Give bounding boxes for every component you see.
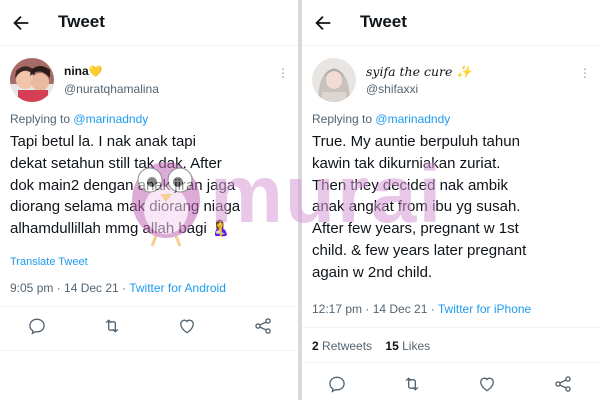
reply-mention-link[interactable]: @marinadndy [375, 112, 450, 126]
avatar[interactable] [10, 58, 54, 102]
display-name[interactable]: nina💛 [64, 64, 102, 78]
reply-mention-link[interactable]: @marinadndy [73, 112, 148, 126]
likes-stat[interactable]: 15 Likes [385, 339, 430, 353]
divider [0, 306, 298, 307]
retweets-stat[interactable]: 2 Retweets [312, 339, 372, 353]
tweet-text-line: again w 2nd child. [312, 263, 433, 281]
tweet-text: Tapi betul la. I nak anak tapi dekat set… [10, 131, 292, 240]
like-icon[interactable] [177, 316, 197, 336]
retweet-icon[interactable] [102, 316, 122, 336]
translate-tweet-link[interactable]: Translate Tweet [10, 256, 88, 268]
sparkles-emoji: ✨ [456, 64, 472, 79]
back-arrow-icon[interactable] [10, 12, 32, 34]
tweet-meta: 12:17 pm · 14 Dec 21 · Twitter for iPhon… [312, 302, 531, 316]
back-arrow-icon[interactable] [312, 12, 334, 34]
tweet-meta: 9:05 pm · 14 Dec 21 · Twitter for Androi… [10, 281, 226, 295]
display-name[interactable]: syifa the cure ✨ [366, 64, 472, 80]
retweets-label: Retweets [322, 339, 373, 353]
likes-count: 15 [385, 339, 399, 353]
tweet-text-line: dok main2 dengan anak jiran jaga [10, 176, 236, 194]
replying-to: Replying to @marinadndy [10, 112, 149, 126]
reply-icon[interactable] [27, 316, 47, 336]
tweet-stats: 2 Retweets 15 Likes [312, 339, 430, 353]
tweet-text-line: alhamdullillah mmg allah bagi 🤱 [10, 220, 230, 238]
tweet-timestamp: 9:05 pm · 14 Dec 21 · [10, 281, 127, 295]
user-handle[interactable]: @shifaxxi [366, 82, 418, 96]
divider [302, 327, 600, 328]
page-title: Tweet [360, 12, 407, 31]
tweet-panel-right: Tweet syifa the cure ✨ @shifaxxi ⋮ Reply… [302, 0, 600, 400]
tweet-text-line: True. My auntie berpuluh tahun [312, 133, 520, 150]
divider [302, 362, 600, 363]
more-icon[interactable]: ⋮ [276, 66, 290, 80]
avatar[interactable] [312, 58, 356, 102]
tweet-text-line: kawin tak dikurniakan zuriat. [312, 154, 501, 172]
page-title: Tweet [58, 12, 105, 31]
top-bar: Tweet [302, 0, 600, 46]
share-icon[interactable] [253, 316, 273, 336]
tweet-text: True. My auntie berpuluh tahun kawin tak… [312, 131, 594, 284]
tweet-text-line: dekat setahun still tak dak. After [10, 154, 222, 172]
tweet-source-link[interactable]: Twitter for Android [129, 281, 226, 295]
like-icon[interactable] [477, 374, 497, 394]
retweet-icon[interactable] [402, 374, 422, 394]
top-bar: Tweet [0, 0, 298, 46]
action-bar [0, 316, 298, 340]
user-handle[interactable]: @nuratqhamalina [64, 82, 159, 96]
tweet-text-line: Tapi betul la. I nak anak tapi [10, 133, 196, 150]
replying-to: Replying to @marinadndy [312, 112, 451, 126]
more-icon[interactable]: ⋮ [578, 66, 592, 80]
share-icon[interactable] [553, 374, 573, 394]
heart-emoji: 💛 [88, 66, 103, 78]
retweets-count: 2 [312, 339, 319, 353]
tweet-timestamp: 12:17 pm · 14 Dec 21 · [312, 302, 435, 316]
tweet-text-line: child. & few years later pregnant [312, 241, 527, 259]
likes-label: Likes [402, 339, 431, 353]
tweet-source-link[interactable]: Twitter for iPhone [438, 302, 531, 316]
action-bar [302, 374, 600, 398]
divider [0, 350, 298, 351]
tweet-text-line: Then they decided nak ambik [312, 176, 508, 194]
tweet-panel-left: Tweet nina💛 @nuratqhamalina ⋮ Replying t… [0, 0, 298, 400]
reply-icon[interactable] [327, 374, 347, 394]
tweet-text-line: diorang selama mak diorang niaga [10, 198, 241, 216]
tweet-text-line: After few years, pregnant w 1st [312, 220, 519, 238]
tweet-text-line: anak angkat from ibu yg susah. [312, 198, 521, 216]
